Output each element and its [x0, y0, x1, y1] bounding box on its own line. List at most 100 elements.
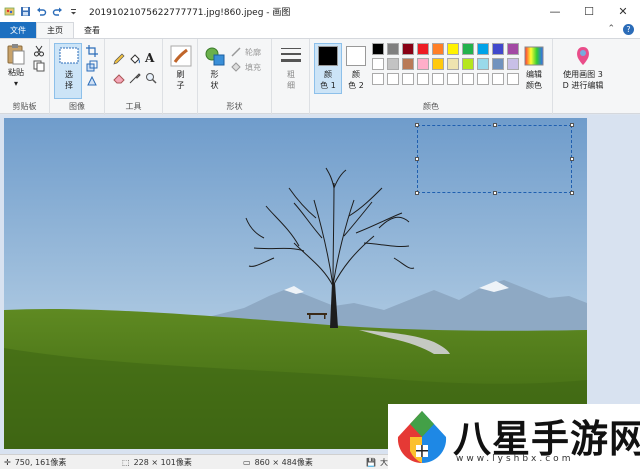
palette-swatch[interactable]: [372, 73, 384, 85]
palette-swatch[interactable]: [387, 43, 399, 55]
selection-handle[interactable]: [415, 157, 419, 161]
rotate-icon[interactable]: [86, 75, 98, 87]
paint3d-button[interactable]: 使用画图 3 D 进行编辑: [555, 45, 611, 91]
palette-swatch[interactable]: [477, 58, 489, 70]
close-button[interactable]: ✕: [606, 0, 640, 22]
file-size-icon: 💾: [366, 457, 376, 467]
select-button[interactable]: 选 择: [56, 45, 82, 91]
size-group: 粗 细: [272, 39, 310, 115]
palette-swatch[interactable]: [462, 58, 474, 70]
crop-icon[interactable]: [86, 45, 98, 57]
size-button[interactable]: 粗 细: [278, 45, 304, 91]
color1-button[interactable]: 颜 色 1: [314, 43, 342, 94]
window-title: 20191021075622777771.jpg!860.jpeg - 画图: [89, 7, 291, 18]
cursor-position: ✛ 750, 161像素: [4, 457, 66, 468]
selection-handle[interactable]: [415, 123, 419, 127]
palette-swatch[interactable]: [387, 58, 399, 70]
outline-button[interactable]: 轮廓: [230, 46, 261, 58]
text-tool-icon[interactable]: A: [145, 51, 157, 65]
color-picker-icon[interactable]: [129, 72, 141, 84]
palette-swatch[interactable]: [432, 58, 444, 70]
palette-swatch[interactable]: [417, 73, 429, 85]
shapes-group-label: 形状: [226, 102, 243, 111]
selection-handle[interactable]: [570, 191, 574, 195]
cursor-position-value: 750, 161像素: [14, 457, 67, 467]
paste-label: 粘贴: [8, 68, 24, 77]
palette-swatch[interactable]: [477, 43, 489, 55]
brush-label-1: 刷: [176, 70, 185, 79]
customize-dropdown-icon[interactable]: [68, 6, 79, 17]
selection-size-icon: ⬚: [122, 457, 130, 467]
palette-swatch[interactable]: [507, 58, 519, 70]
watermark-logo-icon: [397, 411, 447, 464]
fill-label: 填充: [245, 62, 261, 72]
palette-swatch[interactable]: [372, 43, 384, 55]
maximize-button[interactable]: ☐: [572, 0, 606, 22]
watermark-url: www.lyshbx.com: [456, 454, 574, 464]
palette-swatch[interactable]: [417, 43, 429, 55]
selection-handle[interactable]: [570, 123, 574, 127]
palette-swatch[interactable]: [417, 58, 429, 70]
palette-swatch[interactable]: [432, 73, 444, 85]
quick-access-toolbar: [0, 6, 79, 17]
eraser-icon[interactable]: [113, 72, 125, 84]
color1-label-1: 颜: [324, 70, 332, 79]
palette-swatch[interactable]: [492, 43, 504, 55]
palette-swatch[interactable]: [402, 73, 414, 85]
minimize-button[interactable]: —: [538, 0, 572, 22]
selection-handle[interactable]: [570, 157, 574, 161]
paint3d-group: 使用画图 3 D 进行编辑: [553, 39, 613, 115]
clipboard-group-label: 剪贴板: [12, 102, 37, 111]
palette-swatch[interactable]: [462, 43, 474, 55]
palette-swatch[interactable]: [402, 43, 414, 55]
resize-icon[interactable]: [86, 60, 98, 72]
palette-swatch[interactable]: [492, 58, 504, 70]
undo-icon[interactable]: [36, 6, 47, 17]
edit-colors-label-2: 颜色: [526, 81, 542, 90]
palette-swatch[interactable]: [507, 43, 519, 55]
pencil-icon[interactable]: [113, 53, 125, 65]
tab-view[interactable]: 查看: [74, 22, 110, 38]
save-icon[interactable]: [20, 6, 31, 17]
outline-icon: [231, 47, 241, 57]
edit-colors-button[interactable]: 编辑 颜色: [524, 46, 544, 91]
palette-swatch[interactable]: [477, 73, 489, 85]
color2-label-1: 颜: [352, 70, 360, 79]
selection-handle[interactable]: [415, 191, 419, 195]
paste-button[interactable]: 粘贴 ▾: [5, 43, 27, 89]
palette-swatch[interactable]: [447, 58, 459, 70]
brush-button[interactable]: 刷 子: [168, 45, 193, 91]
copy-icon[interactable]: [33, 60, 45, 72]
help-icon[interactable]: ?: [623, 24, 634, 35]
color2-button[interactable]: 颜 色 2: [346, 46, 366, 91]
magnifier-icon[interactable]: [145, 72, 157, 84]
tab-file[interactable]: 文件: [0, 22, 36, 38]
palette-swatch[interactable]: [447, 43, 459, 55]
shapes-icon: [205, 47, 224, 66]
redo-icon[interactable]: [52, 6, 63, 17]
selection-size-value: 228 × 101像素: [133, 457, 192, 467]
tab-home[interactable]: 主页: [36, 22, 74, 38]
palette-swatch[interactable]: [372, 58, 384, 70]
palette-swatch[interactable]: [507, 73, 519, 85]
selection-rectangle[interactable]: [415, 123, 574, 195]
shapes-button[interactable]: 形 状: [202, 45, 227, 91]
palette-swatch[interactable]: [492, 73, 504, 85]
fill-bucket-icon[interactable]: [129, 53, 141, 65]
brush-icon: [170, 45, 191, 67]
palette-swatch[interactable]: [447, 73, 459, 85]
palette-swatch[interactable]: [402, 58, 414, 70]
image-size-icon: ▭: [243, 457, 251, 467]
palette-swatch[interactable]: [432, 43, 444, 55]
cut-icon[interactable]: [33, 45, 45, 57]
selection-handle[interactable]: [493, 191, 497, 195]
fill-button[interactable]: 填充: [230, 61, 261, 73]
palette-swatch[interactable]: [462, 73, 474, 85]
selection-handle[interactable]: [493, 123, 497, 127]
shapes-label-2: 状: [210, 81, 219, 90]
paint3d-label-2: D 进行编辑: [562, 81, 604, 90]
palette-swatch[interactable]: [387, 73, 399, 85]
select-label-2: 择: [65, 81, 73, 90]
collapse-ribbon-icon[interactable]: ⌃: [607, 24, 615, 35]
edit-colors-icon: [524, 46, 544, 66]
